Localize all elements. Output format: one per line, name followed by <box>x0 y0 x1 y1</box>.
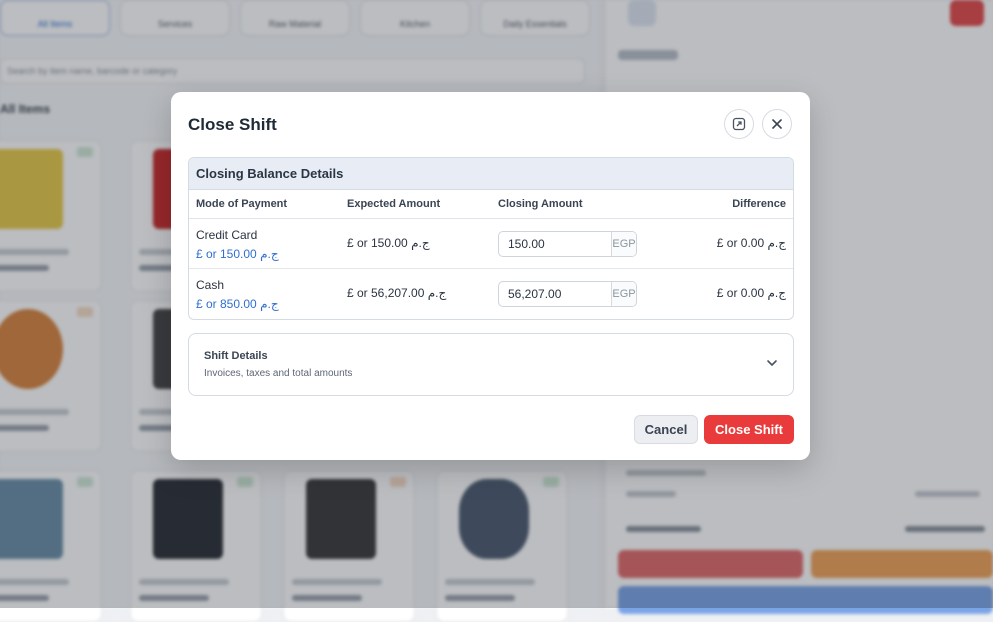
expand-button[interactable] <box>724 109 754 139</box>
table-row: Credit Card £ or 150.00 ج.م £ or 150.00 … <box>189 219 793 269</box>
shift-details-accordion[interactable]: Shift Details Invoices, taxes and total … <box>188 333 794 396</box>
expand-icon <box>732 117 746 131</box>
payment-mode: Credit Card <box>196 228 258 242</box>
chevron-down-icon <box>767 360 777 366</box>
header-expected-amount: Expected Amount <box>347 198 441 210</box>
close-icon <box>772 119 782 129</box>
currency-label: EGP <box>611 232 636 256</box>
payment-mode-amount: £ or 850.00 ج.م <box>196 297 279 311</box>
difference-amount: £ or 0.00 ج.م <box>716 286 786 300</box>
close-shift-modal: Close Shift Closing Balance Details Mode… <box>171 92 810 460</box>
closing-amount-input[interactable] <box>499 232 611 256</box>
header-mode-of-payment: Mode of Payment <box>196 198 288 210</box>
table-title: Closing Balance Details <box>189 158 793 190</box>
table-header-row: Mode of Payment Expected Amount Closing … <box>189 190 793 219</box>
difference-amount: £ or 0.00 ج.م <box>716 236 786 250</box>
close-shift-button[interactable]: Close Shift <box>704 415 794 444</box>
shift-details-title: Shift Details <box>204 350 268 362</box>
header-difference: Difference <box>732 198 786 210</box>
header-closing-amount: Closing Amount <box>498 198 583 210</box>
close-button[interactable] <box>762 109 792 139</box>
payment-mode-amount: £ or 150.00 ج.م <box>196 247 279 261</box>
table-row: Cash £ or 850.00 ج.م £ or 56,207.00 ج.م … <box>189 269 793 319</box>
closing-balance-table: Closing Balance Details Mode of Payment … <box>188 157 794 320</box>
closing-amount-field: EGP <box>498 281 637 307</box>
payment-mode: Cash <box>196 278 225 292</box>
cancel-button[interactable]: Cancel <box>634 415 698 444</box>
shift-details-subtitle: Invoices, taxes and total amounts <box>204 368 353 379</box>
expected-amount: £ or 56,207.00 ج.م <box>347 286 447 300</box>
modal-title: Close Shift <box>188 115 277 134</box>
expected-amount: £ or 150.00 ج.م <box>347 236 430 250</box>
currency-label: EGP <box>611 282 636 306</box>
closing-amount-input[interactable] <box>499 282 611 306</box>
closing-amount-field: EGP <box>498 231 637 257</box>
